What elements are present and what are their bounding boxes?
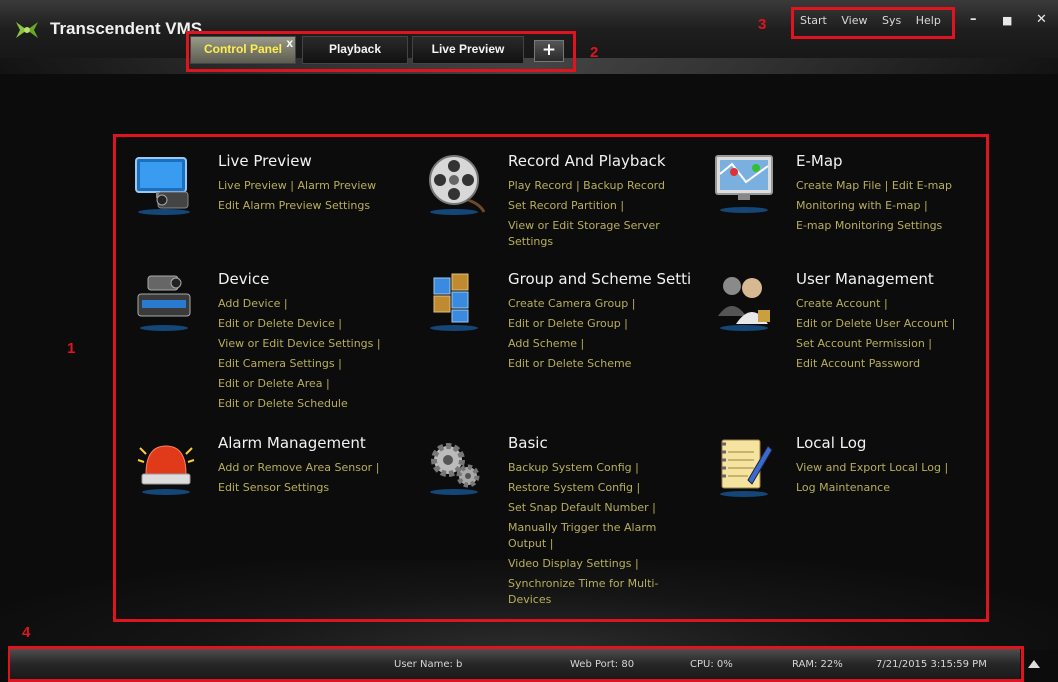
close-button[interactable]: ✕ <box>1036 12 1047 27</box>
link-storage-server-settings[interactable]: View or Edit Storage Server Settings <box>508 218 668 250</box>
section-title: Alarm Management <box>218 434 366 452</box>
section-links: Add or Remove Area Sensor | Edit Sensor … <box>218 458 418 498</box>
cube-group-icon <box>430 273 478 331</box>
status-bar: User Name: b Web Port: 80 CPU: 0% RAM: 2… <box>10 649 1020 679</box>
expand-up-icon[interactable] <box>1028 660 1040 668</box>
annotation-label-3: 3 <box>758 16 767 33</box>
section-links: Live Preview | Alarm Preview Edit Alarm … <box>218 176 418 216</box>
section-links: Create Camera Group | Edit or Delete Gro… <box>508 294 698 374</box>
section-links: Backup System Config | Restore System Co… <box>508 458 698 610</box>
link-manually-trigger-alarm-output[interactable]: Manually Trigger the Alarm Output | <box>508 520 688 552</box>
link-edit-camera-settings[interactable]: Edit Camera Settings | <box>218 354 418 374</box>
link-edit-delete-schedule[interactable]: Edit or Delete Schedule <box>218 394 418 414</box>
section-links: Create Account | Edit or Delete User Acc… <box>796 294 986 374</box>
notepad-icon <box>720 439 773 497</box>
link-view-export-local-log[interactable]: View and Export Local Log | <box>796 458 986 478</box>
section-title: Basic <box>508 434 548 452</box>
status-ram: RAM: 22% <box>792 659 843 670</box>
monitor-camera-icon <box>135 157 190 215</box>
annotation-box-3 <box>791 7 955 39</box>
link-restore-system-config[interactable]: Restore System Config | <box>508 478 698 498</box>
section-links: Play Record | Backup Record Set Record P… <box>508 176 698 252</box>
section-title: Local Log <box>796 434 867 452</box>
link-edit-sensor-settings[interactable]: Edit Sensor Settings <box>218 478 418 498</box>
annotation-label-4: 4 <box>22 624 31 641</box>
link-text[interactable]: Create Map File | <box>796 179 892 192</box>
section-title: Device <box>218 270 270 288</box>
app-logo-icon <box>16 22 38 38</box>
map-monitor-icon <box>715 155 773 213</box>
section-title: Record And Playback <box>508 152 666 170</box>
annotation-label-1: 1 <box>67 340 76 357</box>
link-add-device[interactable]: Add Device | <box>218 294 418 314</box>
section-title: Group and Scheme Setti <box>508 270 692 288</box>
app-title: Transcendent VMS <box>50 19 203 38</box>
link-synchronize-time[interactable]: Synchronize Time for Multi-Devices <box>508 576 678 608</box>
gears-icon <box>430 443 480 495</box>
status-datetime: 7/21/2015 3:15:59 PM <box>876 659 987 670</box>
link-edit-account-password[interactable]: Edit Account Password <box>796 354 986 374</box>
link-edit-delete-scheme[interactable]: Edit or Delete Scheme <box>508 354 698 374</box>
section-links: Add Device | Edit or Delete Device | Vie… <box>218 294 418 414</box>
link-set-account-permission[interactable]: Set Account Permission | <box>796 334 986 354</box>
link-play-record[interactable]: Play Record | Backup Record <box>508 176 698 196</box>
annotation-box-2 <box>186 31 576 72</box>
link-edit-alarm-preview-settings[interactable]: Edit Alarm Preview Settings <box>218 196 418 216</box>
link-monitoring-with-e-map[interactable]: Monitoring with E-map | <box>796 196 986 216</box>
link-edit-delete-user-account[interactable]: Edit or Delete User Account | <box>796 314 986 334</box>
film-reel-icon <box>429 155 486 215</box>
link-live-preview[interactable]: Live Preview | Alarm Preview <box>218 176 418 196</box>
link-add-remove-area-sensor[interactable]: Add or Remove Area Sensor | <box>218 458 418 478</box>
section-title: E-Map <box>796 152 843 170</box>
link-set-snap-default-number[interactable]: Set Snap Default Number | <box>508 498 698 518</box>
link-text[interactable]: Play Record | <box>508 179 583 192</box>
users-icon <box>718 277 770 331</box>
link-device-settings[interactable]: View or Edit Device Settings | <box>218 334 418 354</box>
maximize-button[interactable]: ■ <box>1002 14 1012 27</box>
link-video-display-settings[interactable]: Video Display Settings | <box>508 554 698 574</box>
alarm-siren-icon <box>137 445 195 495</box>
link-edit-delete-area[interactable]: Edit or Delete Area | <box>218 374 418 394</box>
link-create-account[interactable]: Create Account | <box>796 294 986 314</box>
minimize-button[interactable]: – <box>970 12 977 27</box>
link-create-map-file[interactable]: Create Map File | Edit E-map <box>796 176 986 196</box>
section-title: Live Preview <box>218 152 312 170</box>
section-links: View and Export Local Log | Log Maintena… <box>796 458 986 498</box>
status-cpu: CPU: 0% <box>690 659 733 670</box>
camera-dvr-icon <box>137 275 191 331</box>
link-create-camera-group[interactable]: Create Camera Group | <box>508 294 698 314</box>
annotation-label-2: 2 <box>590 44 599 61</box>
link-edit-delete-group[interactable]: Edit or Delete Group | <box>508 314 698 334</box>
link-text[interactable]: Live Preview | <box>218 179 297 192</box>
link-text[interactable]: Alarm Preview <box>297 179 376 192</box>
link-e-map-monitoring-settings[interactable]: E-map Monitoring Settings <box>796 216 986 236</box>
link-edit-delete-device[interactable]: Edit or Delete Device | <box>218 314 418 334</box>
link-set-record-partition[interactable]: Set Record Partition | <box>508 196 698 216</box>
section-title: User Management <box>796 270 934 288</box>
link-backup-system-config[interactable]: Backup System Config | <box>508 458 698 478</box>
link-text[interactable]: Backup Record <box>583 179 665 192</box>
control-panel: Live Preview Live Preview | Alarm Previe… <box>116 138 986 618</box>
link-text[interactable]: Edit E-map <box>892 179 952 192</box>
status-user-name: User Name: b <box>394 659 463 670</box>
status-web-port: Web Port: 80 <box>570 659 635 670</box>
section-links: Create Map File | Edit E-map Monitoring … <box>796 176 986 236</box>
link-add-scheme[interactable]: Add Scheme | <box>508 334 698 354</box>
link-log-maintenance[interactable]: Log Maintenance <box>796 478 986 498</box>
